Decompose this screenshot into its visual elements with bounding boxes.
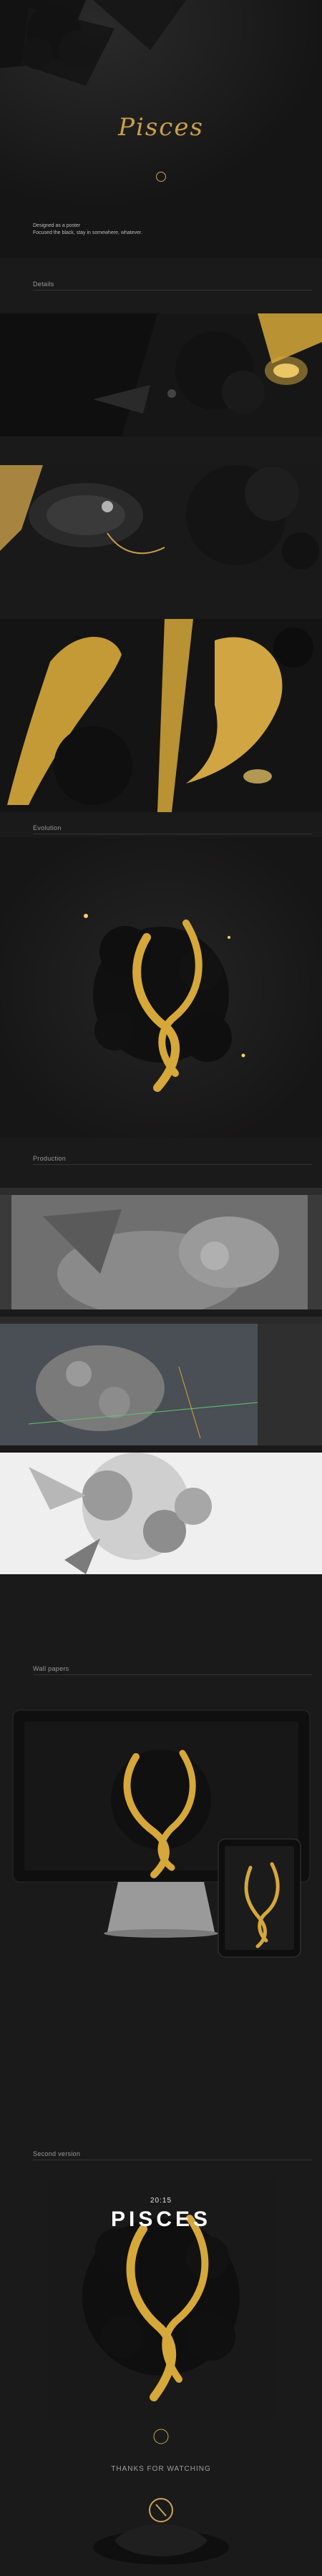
details-section: Details [0,258,322,816]
production-screenshot-1 [0,1188,322,1309]
pisces-badge-icon [156,172,166,182]
details-render-1 [0,313,322,436]
wallpaper-mockup [12,1709,311,1958]
wallpapers-section: Wall papers [0,1653,322,2082]
hero-title: Pisces [118,113,204,142]
second-version-section: Second version 20:15 PISCES THANKS FOR W… [0,2082,322,2576]
production-render-3 [0,1453,322,1574]
time-display: 20:15 [150,2197,172,2205]
second-version-title: PISCES [110,2207,212,2231]
footer-decoration [93,2498,229,2565]
evolution-section: Evolution [0,816,322,1138]
hero-description-line-1: Designed as a poster [33,223,81,228]
hero-description-line-2: Focused the black, stay in somewhere, wh… [33,230,142,235]
details-render-3 [0,619,322,812]
evolution-artwork [0,837,322,1138]
production-heading: Production [33,1155,67,1162]
details-heading: Details [33,280,54,288]
production-section: Production [0,1138,322,1653]
production-divider [33,1164,312,1165]
thanks-message: THANKS FOR WATCHING [111,2465,211,2473]
hero-section: Pisces Designed as a poster Focused the … [0,0,322,258]
production-screenshot-2 [0,1317,322,1445]
hero-description: Designed as a poster Focused the black, … [33,223,142,237]
details-divider [33,290,312,291]
details-render-2 [0,465,322,580]
